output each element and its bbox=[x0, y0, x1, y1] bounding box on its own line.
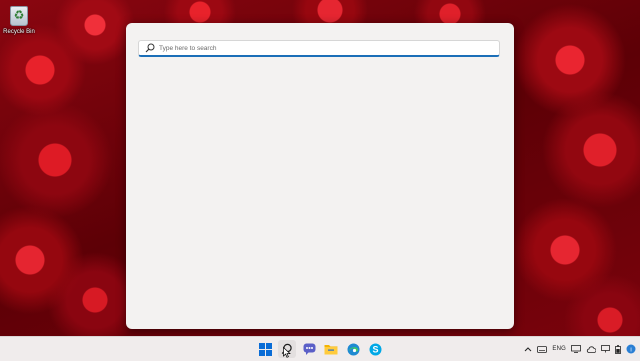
battery-icon[interactable] bbox=[615, 342, 621, 356]
system-tray: ENG i bbox=[524, 337, 636, 361]
language-indicator[interactable]: ENG bbox=[552, 342, 566, 356]
mouse-cursor-icon bbox=[283, 347, 291, 358]
chat-icon bbox=[303, 343, 315, 355]
keyboard-icon[interactable] bbox=[537, 342, 548, 356]
notification-icon[interactable]: i bbox=[626, 342, 636, 356]
taskbar-edge-button[interactable] bbox=[344, 340, 362, 358]
search-input[interactable] bbox=[155, 42, 499, 54]
svg-text:i: i bbox=[630, 347, 631, 353]
search-panel bbox=[126, 23, 514, 329]
taskbar: S ENG i bbox=[0, 336, 640, 361]
taskbar-chat-button[interactable] bbox=[300, 340, 318, 358]
desktop-icon-label: Recycle Bin bbox=[3, 29, 35, 35]
search-box[interactable] bbox=[138, 40, 500, 57]
desktop-icon-recycle-bin[interactable]: Recycle Bin bbox=[2, 4, 36, 35]
display-icon[interactable] bbox=[571, 342, 581, 356]
taskbar-skype-button[interactable]: S bbox=[366, 340, 384, 358]
network-icon[interactable] bbox=[601, 342, 610, 356]
taskbar-file-explorer-button[interactable] bbox=[322, 340, 340, 358]
skype-icon: S bbox=[369, 343, 381, 355]
cloud-icon[interactable] bbox=[586, 342, 596, 356]
folder-icon bbox=[324, 345, 338, 355]
recycle-bin-icon bbox=[10, 6, 28, 26]
taskbar-start-button[interactable] bbox=[256, 340, 274, 358]
search-icon bbox=[145, 43, 155, 53]
chevron-up-icon[interactable] bbox=[524, 342, 532, 356]
edge-icon bbox=[347, 343, 359, 355]
svg-text:S: S bbox=[372, 344, 378, 354]
windows-start-icon bbox=[258, 342, 272, 356]
